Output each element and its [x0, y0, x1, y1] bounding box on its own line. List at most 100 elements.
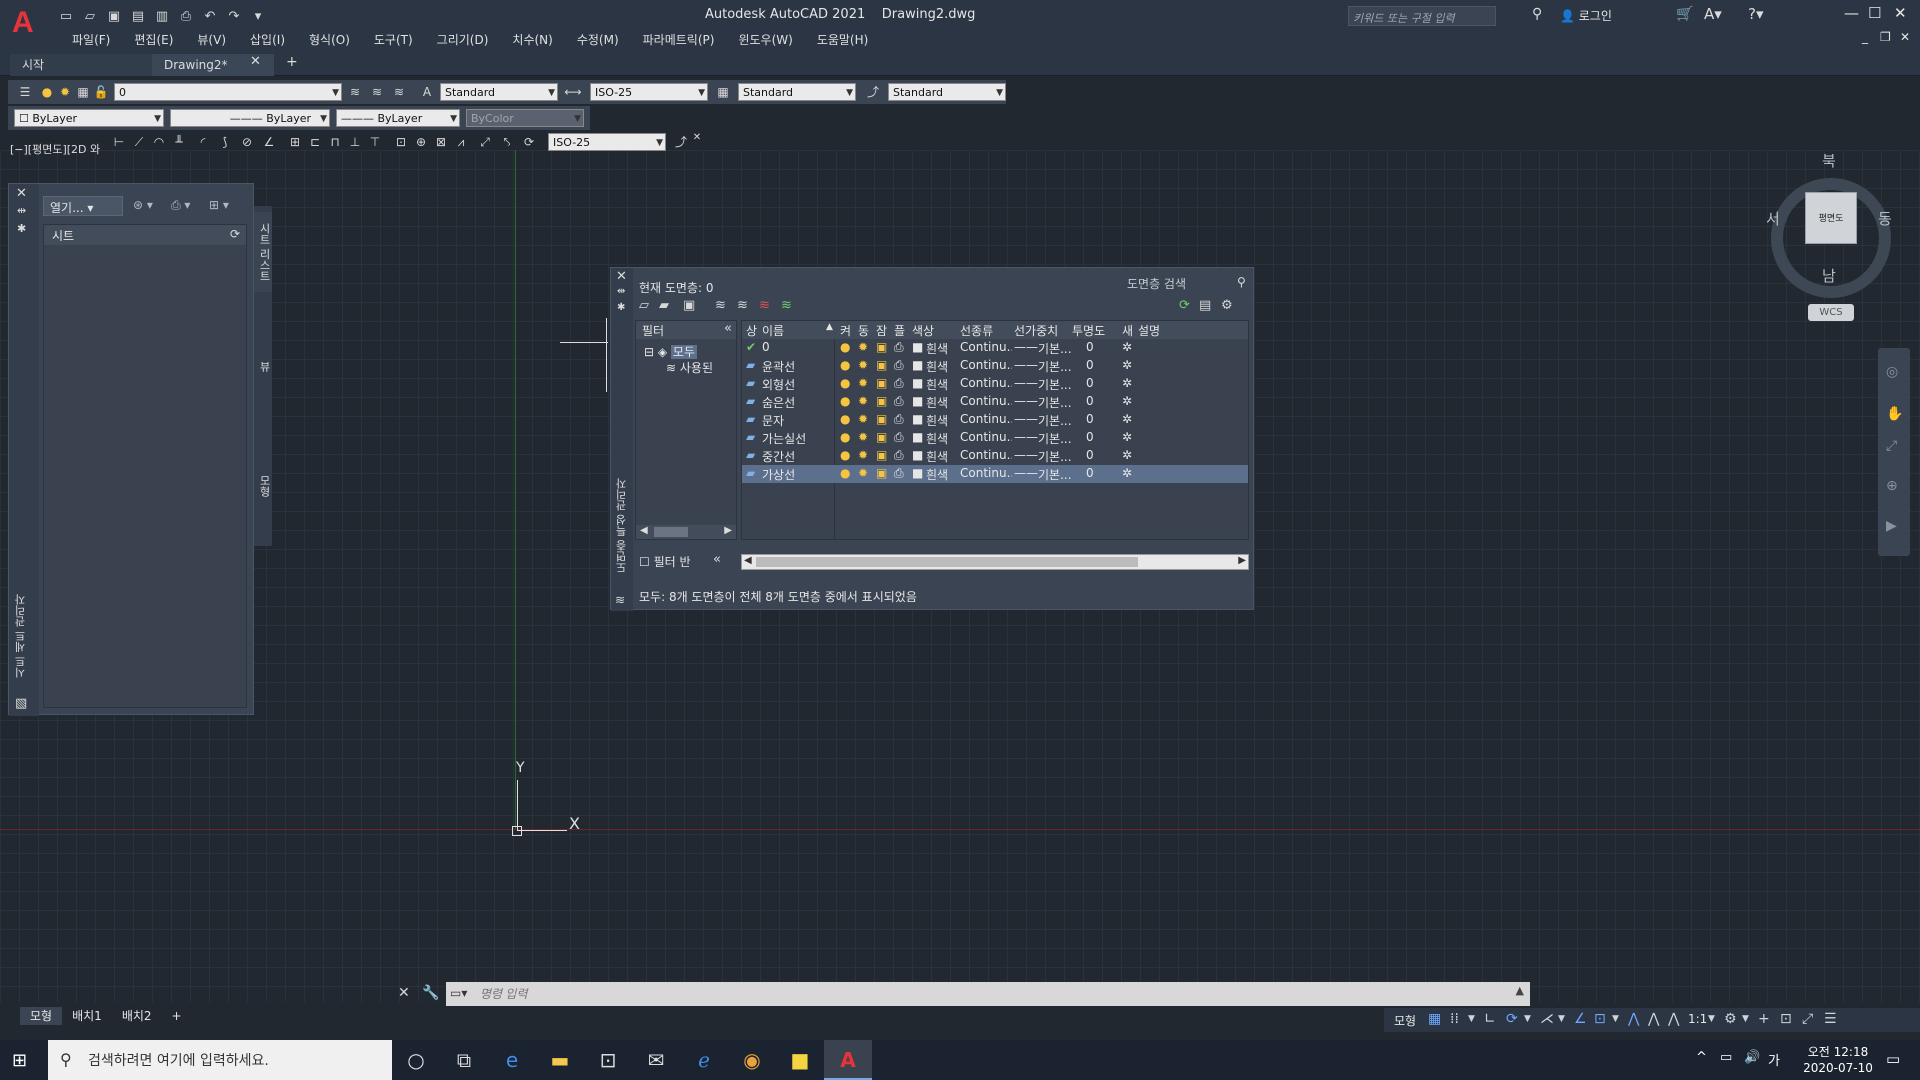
sun-icon[interactable]: ✹ [858, 394, 868, 408]
clock-time[interactable]: 오전 12:18 [1798, 1043, 1878, 1060]
notifications-icon[interactable]: ▭ [1886, 1050, 1900, 1068]
col-linetype[interactable]: 선종류 [960, 322, 993, 339]
color-swatch[interactable]: ■ [912, 376, 923, 390]
task-view-icon[interactable]: ⧉ [440, 1040, 488, 1080]
unlock-icon[interactable]: ▣ [876, 448, 887, 462]
login-button[interactable]: 👤 로그인 [1560, 7, 1612, 24]
collapse-icon[interactable]: « [724, 321, 732, 336]
color-combo[interactable]: ☐ ByLayer ▼ [14, 109, 164, 127]
viewcube-top-face[interactable]: 평면도 [1805, 192, 1857, 244]
annotation-scale-value[interactable]: 1:1 [1688, 1012, 1707, 1026]
layer-name[interactable]: 외형선 [762, 376, 832, 393]
jogged-dim-icon[interactable]: ⟆ [216, 134, 234, 150]
jogged-linear-icon[interactable]: ⩘ [452, 134, 470, 150]
layer-row[interactable]: ▰ 중간선 ● ✹ ▣ ⎙ ■흰색 Continu...——기본... 0 ✲ [742, 447, 1248, 465]
add-layout-button[interactable]: + [162, 1007, 192, 1025]
scroll-right-icon[interactable]: ▶ [724, 525, 732, 536]
volume-icon[interactable]: 🔊 [1744, 1050, 1760, 1065]
redo-icon[interactable]: ↷ [224, 8, 244, 26]
ssm-properties-icon[interactable]: ✱ [17, 222, 26, 235]
gear-icon[interactable]: ⚙ [1221, 298, 1233, 313]
plot-icon[interactable]: ⎙ ▾ [171, 198, 190, 213]
close-button[interactable]: ✕ [1894, 4, 1907, 22]
ordinate-dim-icon[interactable]: ╨ [170, 134, 188, 150]
layer-linetype[interactable]: Continu... [960, 358, 1012, 372]
zoom-icon[interactable]: ⤢ [1886, 438, 1897, 454]
layer-lineweight[interactable]: 기본... [1038, 394, 1072, 411]
menu-draw[interactable]: 그리기(D) [425, 31, 501, 49]
polar-tracking-icon[interactable]: ⟳ [1506, 1011, 1518, 1027]
gear-icon[interactable]: ⚙ [1724, 1011, 1737, 1027]
layer-state-icon[interactable]: ≋ [390, 84, 408, 100]
filter-scrollbar[interactable]: ◀ ▶ [636, 525, 736, 539]
layer-row[interactable]: ✔ 0 ● ✹ ▣ ⎙ ■흰색 Continu...——기본... 0 ✲ [742, 339, 1248, 357]
lightbulb-icon[interactable]: ● [840, 358, 850, 372]
isolate-objects-icon[interactable]: ⊡ [1780, 1011, 1792, 1027]
layer-status-icon[interactable]: ▰ [746, 376, 755, 390]
printer-icon[interactable]: ⎙ [894, 466, 904, 481]
col-newvp[interactable]: 새 [1122, 322, 1133, 339]
linetype-combo[interactable]: ——— ByLayer ▼ [170, 109, 330, 127]
color-swatch[interactable]: ■ [912, 430, 923, 444]
layer-vp-freeze-icon[interactable]: ▦ [74, 84, 92, 100]
baseline-dim-icon[interactable]: ⊏ [306, 134, 324, 150]
lightbulb-icon[interactable]: ● [840, 394, 850, 408]
pan-icon[interactable]: ✋ [1886, 406, 1903, 422]
diameter-dim-icon[interactable]: ⊘ [238, 134, 256, 150]
current-layer-check-icon[interactable]: ✔ [746, 340, 756, 354]
inspection-icon[interactable]: ⊠ [432, 134, 450, 150]
tab-layout2[interactable]: 배치2 [112, 1007, 162, 1025]
steering-wheel-icon[interactable]: ◎ [1886, 364, 1898, 380]
windows-start-icon[interactable]: ⊞ [12, 1050, 27, 1071]
dim-space-icon[interactable]: ⊥ [346, 134, 364, 150]
dim-edit-icon[interactable]: ⤢ [476, 134, 494, 150]
layer-combo[interactable]: 0 ▼ [114, 83, 342, 101]
lpm-autohide-icon[interactable]: ⇹ [617, 286, 625, 297]
chevron-down-icon[interactable]: ▼ [1524, 1014, 1531, 1024]
layer-linetype[interactable]: Continu... [960, 376, 1012, 390]
refresh-icon[interactable]: ⟳ [230, 227, 240, 241]
tab-start[interactable]: 시작 [10, 54, 152, 76]
layer-color[interactable]: 흰색 [926, 466, 948, 483]
dim-style-combo-2[interactable]: ISO-25 ▼ [548, 133, 666, 151]
menu-insert[interactable]: 삽입(I) [238, 31, 297, 49]
layer-transparency[interactable]: 0 [1086, 412, 1094, 426]
color-swatch[interactable]: ■ [912, 412, 923, 426]
col-freeze[interactable]: 동 [858, 322, 869, 339]
new-icon[interactable]: ▭ [56, 8, 76, 26]
menu-tools[interactable]: 도구(T) [362, 31, 425, 49]
layer-color[interactable]: 흰색 [926, 394, 948, 411]
menu-format[interactable]: 형식(O) [297, 31, 362, 49]
new-layer-icon[interactable]: ≋ [715, 298, 726, 313]
chevron-down-icon[interactable]: ▼ [1558, 1014, 1565, 1024]
store-icon[interactable]: ⊡ [584, 1040, 632, 1080]
snap-icon[interactable]: ⁞⁞ [1450, 1011, 1459, 1027]
compass-west[interactable]: 서 [1766, 208, 1780, 229]
lpm-layer-icon[interactable]: ≋ [615, 593, 625, 607]
internet-explorer-icon[interactable]: ℯ [680, 1040, 728, 1080]
new-tab-icon[interactable]: + [286, 54, 298, 70]
unlock-icon[interactable]: ▣ [876, 430, 887, 444]
menu-modify[interactable]: 수정(M) [565, 31, 631, 49]
cortana-icon[interactable]: ○ [392, 1040, 440, 1080]
chevron-down-icon[interactable]: ▼ [1612, 1014, 1619, 1024]
printer-icon[interactable]: ⎙ [894, 412, 904, 427]
new-vp-frozen-layer-icon[interactable]: ≋ [737, 298, 748, 313]
new-vp-freeze-icon[interactable]: ✲ [1122, 448, 1132, 462]
clock-date[interactable]: 2020-07-10 [1798, 1061, 1878, 1075]
col-description[interactable]: 설명 [1138, 322, 1160, 339]
new-vp-freeze-icon[interactable]: ✲ [1122, 412, 1132, 426]
aligned-dim-icon[interactable]: ⟋ [130, 134, 148, 150]
expand-history-icon[interactable]: ▲ [1516, 984, 1524, 997]
lightbulb-icon[interactable]: ● [840, 376, 850, 390]
layer-settings-transfer-icon[interactable]: ▤ [1199, 298, 1211, 313]
printer-icon[interactable]: ⎙ [894, 430, 904, 445]
maximize-button[interactable]: ☐ [1868, 4, 1881, 22]
recent-commands-icon[interactable]: ▭▾ [450, 986, 467, 1000]
showmotion-icon[interactable]: ▶ [1886, 518, 1897, 534]
new-vp-freeze-icon[interactable]: ✲ [1122, 394, 1132, 408]
layer-linetype[interactable]: Continu... [960, 430, 1012, 444]
autocad-logo-icon[interactable]: A [12, 6, 34, 40]
new-vp-freeze-icon[interactable]: ✲ [1122, 376, 1132, 390]
grid-icon[interactable]: ▦ [1428, 1011, 1441, 1027]
